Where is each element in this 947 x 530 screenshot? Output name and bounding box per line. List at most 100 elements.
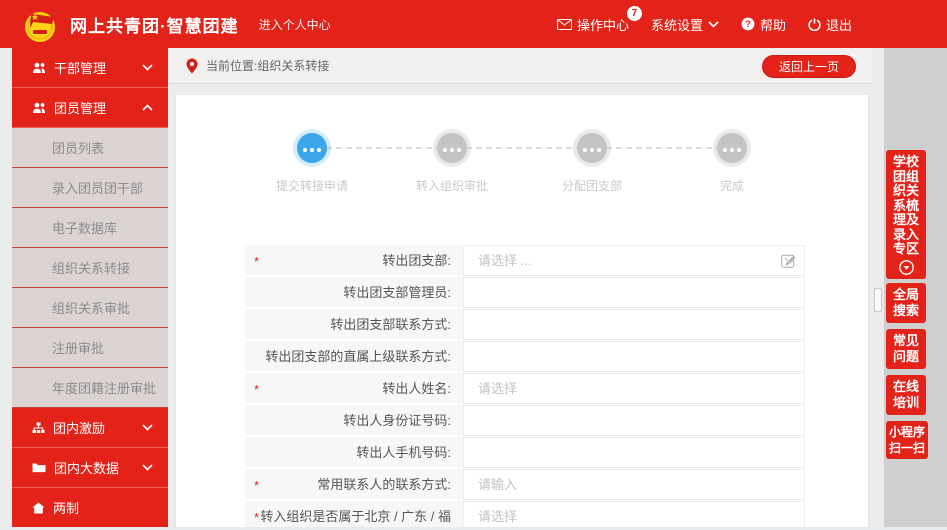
sidebar-item-member-mgmt[interactable]: 团员管理 <box>12 88 168 128</box>
chevron-down-icon <box>142 424 153 431</box>
nav-logout-label: 退出 <box>826 15 852 34</box>
sidebar-item-label: 组织关系审批 <box>52 298 130 317</box>
quick-link-faq[interactable]: 常见问题 <box>886 329 926 369</box>
quick-link-label: 在线培训 <box>893 379 919 410</box>
field-transfer-out-branch[interactable]: 请选择 ... <box>463 245 805 276</box>
form-row: 转出团支部联系方式: <box>245 309 805 340</box>
step-circle <box>717 133 747 163</box>
breadcrumb-bar: 当前位置:组织关系转接 返回上一页 <box>168 48 872 84</box>
app-title: 网上共青团·智慧团建 <box>70 12 239 37</box>
required-mark: * <box>254 469 259 502</box>
quick-link-label: 全局搜索 <box>893 287 919 318</box>
step-label: 完成 <box>672 177 792 194</box>
back-button[interactable]: 返回上一页 <box>762 55 856 78</box>
step-label: 提交转接申请 <box>252 177 372 194</box>
sidebar-item-org-transfer[interactable]: 组织关系转接 <box>12 248 168 288</box>
sidebar-item-register-approval[interactable]: 注册审批 <box>12 328 168 368</box>
circle-down-icon <box>899 260 914 275</box>
quick-link-school-zone[interactable]: 学校团组织关系梳理及录入专区 <box>886 150 926 279</box>
quick-link-miniprogram[interactable]: 小程序扫一扫 <box>886 421 928 459</box>
step-submit-application: 提交转接申请 <box>252 133 372 194</box>
field-label: 转出团支部联系方式: <box>245 309 463 340</box>
sidebar-item-label: 组织关系转接 <box>52 258 130 277</box>
form-row: 转出团支部的直属上级联系方式: <box>245 341 805 372</box>
step-circle-active <box>297 133 327 163</box>
sidebar-item-label: 团内激励 <box>53 418 105 437</box>
transfer-form-card: 提交转接申请 转入组织审批 分配团支部 完成 *转出团支部: 请选择 ... 转… <box>176 95 868 530</box>
chevron-down-icon <box>142 464 153 471</box>
step-org-approval: 转入组织审批 <box>392 133 512 194</box>
required-mark: * <box>254 373 259 406</box>
step-label: 分配团支部 <box>532 177 652 194</box>
sidebar-item-org-approval[interactable]: 组织关系审批 <box>12 288 168 328</box>
breadcrumb: 当前位置:组织关系转接 <box>206 57 329 74</box>
sidebar-item-two-systems[interactable]: 两制 <box>12 488 168 528</box>
location-pin-icon <box>186 58 198 74</box>
users-icon <box>32 102 46 114</box>
select-chevron-icon[interactable] <box>784 257 796 265</box>
scrollbar-thumb[interactable] <box>874 288 882 312</box>
nav-logout[interactable]: 退出 <box>808 15 852 34</box>
step-circle <box>437 133 467 163</box>
sidebar-item-bigdata[interactable]: 团内大数据 <box>12 448 168 488</box>
sidebar-item-label: 两制 <box>53 498 79 517</box>
notification-badge: 7 <box>627 6 642 21</box>
required-mark: * <box>254 245 259 278</box>
sidebar-item-edatabase[interactable]: 电子数据库 <box>12 208 168 248</box>
field-phone-number <box>463 437 805 468</box>
league-emblem-logo <box>20 4 60 44</box>
field-label: 转出人手机号码: <box>245 437 463 468</box>
nav-help[interactable]: ? 帮助 <box>741 15 786 34</box>
mail-icon <box>557 19 572 30</box>
sidebar-item-label: 团员管理 <box>54 98 106 117</box>
nav-system-settings[interactable]: 系统设置 <box>651 15 719 34</box>
sidebar-item-label: 录入团员团干部 <box>52 178 143 197</box>
personal-center-link[interactable]: 进入个人中心 <box>259 16 331 33</box>
field-label: *常用联系人的联系方式: <box>245 469 463 500</box>
transfer-form: *转出团支部: 请选择 ... 转出团支部管理员: 转出团支部联系方式: 转出团… <box>245 245 805 530</box>
form-row: 转出团支部管理员: <box>245 277 805 308</box>
sidebar-item-label: 团内大数据 <box>54 458 119 477</box>
nav-operation-center-label: 操作中心 <box>577 15 629 34</box>
quick-link-global-search[interactable]: 全局搜索 <box>886 283 926 323</box>
folder-icon <box>32 462 46 473</box>
form-row: *常用联系人的联系方式: 请输入 <box>245 469 805 500</box>
sidebar-item-incentive[interactable]: 团内激励 <box>12 408 168 448</box>
field-contact-method[interactable]: 请输入 <box>463 469 805 500</box>
quick-link-label: 学校团组织关系梳理及录入专区 <box>893 154 919 256</box>
chevron-down-icon <box>708 21 719 28</box>
form-row: *转出团支部: 请选择 ... <box>245 245 805 276</box>
svg-text:?: ? <box>745 19 751 29</box>
required-mark: * <box>254 501 259 530</box>
sidebar-item-cadre-mgmt[interactable]: 干部管理 <box>12 48 168 88</box>
header-nav: 操作中心 7 系统设置 ? 帮助 退出 <box>557 0 852 48</box>
nav-help-label: 帮助 <box>760 15 786 34</box>
field-label: *转入组织是否属于北京 / 广东 / 福建: <box>245 501 463 530</box>
form-row: *转出人姓名: 请选择 <box>245 373 805 404</box>
quick-link-label: 常见问题 <box>893 333 919 364</box>
form-row: *转入组织是否属于北京 / 广东 / 福建: 请选择 <box>245 501 805 530</box>
field-label: 转出团支部管理员: <box>245 277 463 308</box>
app-header: 网上共青团·智慧团建 进入个人中心 操作中心 7 系统设置 ? 帮助 退出 <box>0 0 947 48</box>
stepper-connector <box>316 147 732 149</box>
field-label: 转出人身份证号码: <box>245 405 463 436</box>
question-icon: ? <box>741 17 755 31</box>
field-label: 转出团支部的直属上级联系方式: <box>245 341 463 372</box>
field-region-question[interactable]: 请选择 <box>463 501 805 530</box>
sidebar-item-label: 电子数据库 <box>52 218 117 237</box>
step-complete: 完成 <box>672 133 792 194</box>
quick-link-online-training[interactable]: 在线培训 <box>886 375 926 415</box>
field-transfer-person-name[interactable]: 请选择 <box>463 373 805 404</box>
nav-operation-center[interactable]: 操作中心 7 <box>557 15 629 34</box>
quick-link-label: 小程序扫一扫 <box>889 425 925 455</box>
sidebar-item-label: 干部管理 <box>54 58 106 77</box>
sidebar-item-member-entry[interactable]: 录入团员团干部 <box>12 168 168 208</box>
sidebar-item-member-list[interactable]: 团员列表 <box>12 128 168 168</box>
form-row: 转出人手机号码: <box>245 437 805 468</box>
step-circle <box>577 133 607 163</box>
sidebar-item-annual-register-approval[interactable]: 年度团籍注册审批 <box>12 368 168 408</box>
home-icon <box>32 502 45 514</box>
field-branch-contact <box>463 309 805 340</box>
step-assign-branch: 分配团支部 <box>532 133 652 194</box>
field-branch-admin <box>463 277 805 308</box>
